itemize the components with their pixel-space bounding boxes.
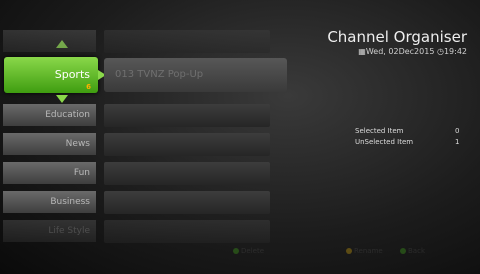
channel-slot[interactable] — [104, 162, 270, 185]
category-label: Business — [50, 197, 90, 207]
channel-slot[interactable] — [104, 133, 270, 156]
category-label: Education — [45, 110, 90, 120]
category-label: Fun — [73, 168, 90, 178]
back-label: Back — [408, 247, 425, 255]
selected-item-label: Selected Item — [355, 127, 404, 135]
rename-hint[interactable]: Rename — [346, 247, 383, 255]
category-item-sports[interactable]: Sports 6 — [4, 57, 98, 93]
category-label: News — [65, 139, 90, 149]
page-title: Channel Organiser — [327, 28, 467, 46]
yellow-key-icon — [346, 248, 352, 254]
delete-hint[interactable]: Delete — [233, 247, 264, 255]
category-label: Sports — [54, 68, 90, 81]
channel-slot[interactable] — [104, 220, 270, 243]
channel-label: 013 TVNZ Pop-Up — [115, 69, 204, 80]
unselected-item-count: 1 — [455, 138, 460, 146]
category-number-badge: 6 — [86, 83, 91, 91]
category-item-education[interactable]: Education — [3, 104, 96, 126]
date-text: Wed, 02Dec2015 — [365, 47, 435, 56]
clock-icon: ◷ — [436, 47, 444, 56]
channel-slot[interactable] — [104, 191, 270, 214]
help-bar: Delete Rename Back — [0, 244, 480, 258]
selected-item-count: 0 — [455, 127, 460, 135]
category-label: Life Style — [48, 226, 90, 236]
green-key-icon — [233, 248, 239, 254]
category-item-news[interactable]: News — [3, 133, 96, 155]
date-time: ▦Wed, 02Dec2015 ◷19:42 — [358, 47, 467, 56]
unselected-item-label: UnSelected Item — [355, 138, 414, 146]
category-item-business[interactable]: Business — [3, 191, 96, 213]
scroll-down-icon[interactable] — [56, 95, 68, 103]
delete-label: Delete — [241, 247, 264, 255]
rename-label: Rename — [354, 247, 383, 255]
channel-slot[interactable] — [104, 104, 270, 127]
category-item-fun[interactable]: Fun — [3, 162, 96, 184]
category-item-above[interactable] — [3, 30, 96, 52]
tv-screen: Channel Organiser ▦Wed, 02Dec2015 ◷19:42… — [0, 0, 480, 274]
channel-slot[interactable] — [104, 30, 270, 53]
time-text: 19:42 — [443, 47, 467, 56]
back-key-icon — [400, 248, 406, 254]
calendar-icon: ▦ — [358, 47, 366, 56]
back-hint[interactable]: Back — [400, 247, 425, 255]
category-item-life-style[interactable]: Life Style — [3, 220, 96, 242]
